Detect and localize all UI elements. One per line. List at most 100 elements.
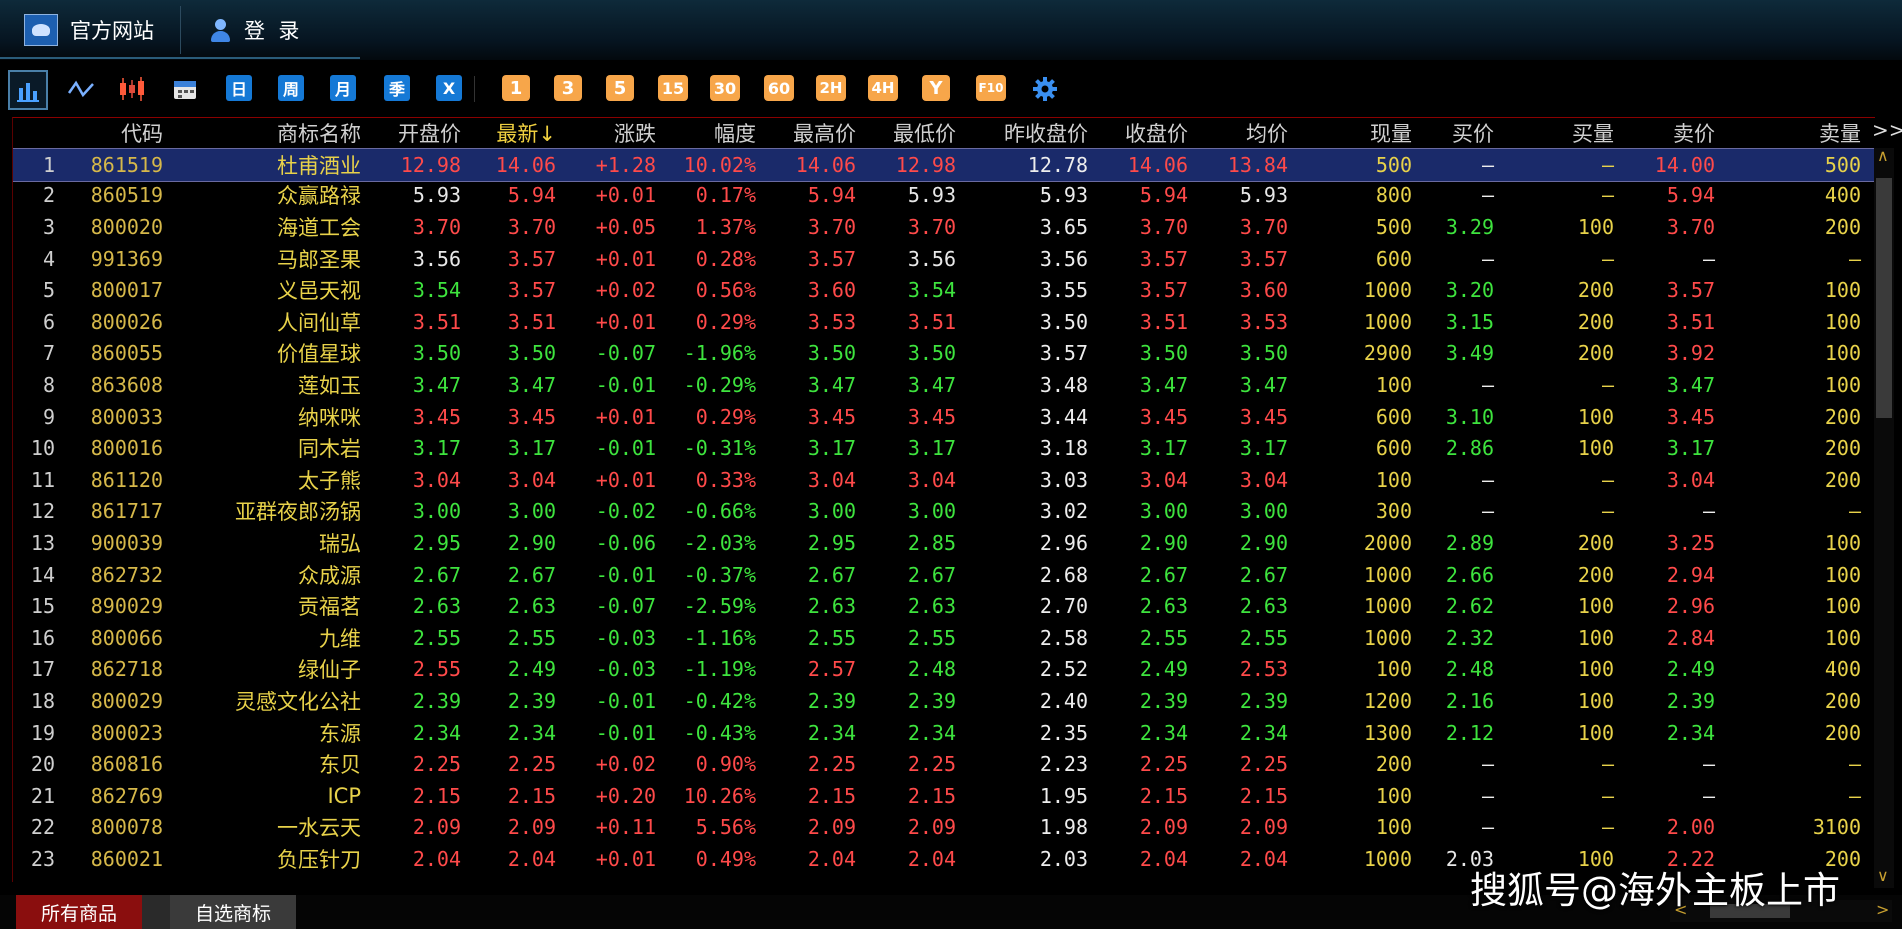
col-header-volume[interactable]: 现量 <box>1288 118 1412 148</box>
table-row[interactable]: 13 900039 瑞弘 2.95 2.90 -0.06 -2.03% 2.95 2.85 2.9… <box>13 527 1875 559</box>
tab-all-products[interactable]: 所有商品 <box>16 895 142 929</box>
minute-1-button[interactable]: 1 <box>502 75 530 101</box>
name-cell: 纳咪咪 <box>298 405 361 430</box>
quote-list-view-button[interactable] <box>8 70 48 110</box>
col-header-ask[interactable]: 卖价 <box>1614 118 1715 148</box>
row-index: 1 <box>42 152 55 177</box>
bid-vol-cell: 200 <box>1577 341 1614 366</box>
pct-cell: 0.17% <box>695 183 756 208</box>
table-row[interactable]: 5 800017 义邑天视 3.54 3.57 +0.02 0.56% 3.60 3.54 3.5… <box>13 274 1875 306</box>
vertical-scroll-thumb[interactable] <box>1876 178 1892 418</box>
table-row[interactable]: 22 800078 一水云天 2.09 2.09 +0.11 5.56% 2.09 2.09 1.… <box>13 812 1875 844</box>
table-row[interactable]: 10 800016 同木岩 3.17 3.17 -0.01 -0.31% 3.17 3.17 3.… <box>13 432 1875 464</box>
minute-5-button[interactable]: 5 <box>606 75 634 101</box>
minute-15-button[interactable]: 15 <box>658 75 688 101</box>
col-header-open[interactable]: 开盘价 <box>361 118 461 148</box>
period-month-button[interactable]: 月 <box>330 75 356 101</box>
pct-cell: 5.56% <box>695 815 756 840</box>
table-row[interactable]: 6 800026 人间仙草 3.51 3.51 +0.01 0.29% 3.53 3.51 3.5… <box>13 306 1875 338</box>
latest-cell: 3.57 <box>507 246 556 271</box>
minute-30-button[interactable]: 30 <box>710 75 740 101</box>
table-row[interactable]: 17 862718 绿仙子 2.55 2.49 -0.03 -1.19% 2.57 2.48 2.… <box>13 654 1875 686</box>
scroll-up-icon[interactable]: ∧ <box>1877 146 1889 165</box>
period-quarter-button[interactable]: 季 <box>384 75 410 101</box>
code-cell: 900039 <box>90 530 163 555</box>
year-button[interactable]: Y <box>922 75 950 101</box>
bid-vol-cell: — <box>1601 752 1614 777</box>
close-cell: 3.47 <box>1139 372 1188 397</box>
bid-vol-cell: 100 <box>1577 436 1614 461</box>
table-row[interactable]: 7 860055 价值星球 3.50 3.50 -0.07 -1.96% 3.50 3.50 3.… <box>13 338 1875 370</box>
col-header-bid[interactable]: 买价 <box>1412 118 1494 148</box>
tab-watchlist[interactable]: 自选商标 <box>170 895 296 929</box>
col-header-bid-vol[interactable]: 买量 <box>1494 118 1614 148</box>
volume-cell: 1000 <box>1363 594 1412 619</box>
row-index: 18 <box>30 688 55 713</box>
official-site-button[interactable]: 官方网站 <box>24 0 154 60</box>
col-header-avg[interactable]: 均价 <box>1188 118 1288 148</box>
table-row[interactable]: 20 860816 东贝 2.25 2.25 +0.02 0.90% 2.25 2.25 2.23… <box>13 748 1875 780</box>
period-day-button[interactable]: 日 <box>226 75 252 101</box>
latest-cell: 3.70 <box>507 214 556 239</box>
volume-cell: 2900 <box>1363 341 1412 366</box>
high-cell: 2.63 <box>807 594 856 619</box>
avg-cell: 2.34 <box>1239 720 1288 745</box>
period-week-button[interactable]: 周 <box>278 75 304 101</box>
login-button[interactable]: 登 录 <box>210 0 299 60</box>
candlestick-button[interactable] <box>116 75 148 103</box>
col-header-change[interactable]: 涨跌 <box>556 118 656 148</box>
table-row[interactable]: 4 991369 马郎圣果 3.56 3.57 +0.01 0.28% 3.57 3.56 3.5… <box>13 243 1875 275</box>
table-row[interactable]: 14 862732 众成源 2.67 2.67 -0.01 -0.37% 2.67 2.67 2.… <box>13 559 1875 591</box>
table-row[interactable]: 1 861519 杜甫酒业 12.98 14.06 +1.28 10.02% 14.06 12.… <box>13 148 1875 182</box>
period-x-button[interactable]: X <box>436 75 462 101</box>
table-row[interactable]: 15 890029 贡福茗 2.63 2.63 -0.07 -2.59% 2.63 2.63 2.… <box>13 590 1875 622</box>
f10-button[interactable]: F10 <box>976 75 1006 101</box>
change-cell: +0.01 <box>595 246 656 271</box>
minute-60-button[interactable]: 60 <box>764 75 794 101</box>
close-cell: 2.15 <box>1139 783 1188 808</box>
table-row[interactable]: 2 860519 众赢路禄 5.93 5.94 +0.01 0.17% 5.94 5.93 5.9… <box>13 180 1875 212</box>
settings-button[interactable] <box>1030 75 1060 103</box>
scroll-right-icon[interactable]: > <box>1876 900 1889 919</box>
table-row[interactable]: 19 800023 东源 2.34 2.34 -0.01 -0.43% 2.34 2.34 2.3… <box>13 717 1875 749</box>
hour-4-button[interactable]: 4H <box>868 75 898 101</box>
avg-cell: 2.67 <box>1239 562 1288 587</box>
hour-2-button[interactable]: 2H <box>816 75 846 101</box>
table-row[interactable]: 12 861717 亚群夜郎汤锅 3.00 3.00 -0.02 -0.66% 3.00 3.0… <box>13 496 1875 528</box>
table-row[interactable]: 16 800066 九维 2.55 2.55 -0.03 -1.16% 2.55 2.55 2.5… <box>13 622 1875 654</box>
low-cell: 3.70 <box>907 214 956 239</box>
avg-cell: 5.93 <box>1239 183 1288 208</box>
table-row[interactable]: 18 800029 灵感文化公社 2.39 2.39 -0.01 -0.42% 2.39 2.3… <box>13 685 1875 717</box>
code-cell: 800066 <box>90 625 163 650</box>
line-chart-button[interactable] <box>66 75 96 103</box>
table-row[interactable]: 21 862769 ICP 2.15 2.15 +0.20 10.26% 2.15 2.15 1.… <box>13 780 1875 812</box>
code-cell: 860021 <box>90 846 163 871</box>
col-header-low[interactable]: 最低价 <box>856 118 956 148</box>
pct-cell: 1.37% <box>695 214 756 239</box>
col-header-prev-close[interactable]: 昨收盘价 <box>956 118 1088 148</box>
volume-cell: 600 <box>1375 436 1412 461</box>
col-header-high[interactable]: 最高价 <box>756 118 856 148</box>
more-columns-button[interactable]: >> <box>1872 118 1902 142</box>
latest-cell: 3.57 <box>507 278 556 303</box>
avg-cell: 2.04 <box>1239 846 1288 871</box>
prev-close-cell: 3.65 <box>1039 214 1088 239</box>
col-header-pct[interactable]: 幅度 <box>656 118 756 148</box>
row-index: 6 <box>42 309 55 334</box>
table-row[interactable]: 3 800020 海道工会 3.70 3.70 +0.05 1.37% 3.70 3.70 3.6… <box>13 211 1875 243</box>
table-row[interactable]: 11 861120 太子熊 3.04 3.04 +0.01 0.33% 3.04 3.04 3.0… <box>13 464 1875 496</box>
table-row[interactable]: 9 800033 纳咪咪 3.45 3.45 +0.01 0.29% 3.45 3.45 3.44… <box>13 401 1875 433</box>
col-header-code[interactable]: 代码 <box>13 118 163 148</box>
col-header-name[interactable]: 商标名称 <box>163 118 361 148</box>
col-header-close[interactable]: 收盘价 <box>1088 118 1188 148</box>
vertical-scrollbar[interactable] <box>1874 148 1894 888</box>
scroll-down-icon[interactable]: ∨ <box>1877 866 1889 885</box>
ask-vol-cell: 200 <box>1824 720 1861 745</box>
calendar-button[interactable] <box>170 75 200 103</box>
minute-3-button[interactable]: 3 <box>554 75 582 101</box>
col-header-ask-vol[interactable]: 卖量 <box>1715 118 1861 148</box>
prev-close-cell: 1.95 <box>1039 783 1088 808</box>
col-header-latest[interactable]: 最新↓ <box>461 118 556 148</box>
code-cell: 861120 <box>90 467 163 492</box>
table-row[interactable]: 8 863608 莲如玉 3.47 3.47 -0.01 -0.29% 3.47 3.47 3.4… <box>13 369 1875 401</box>
